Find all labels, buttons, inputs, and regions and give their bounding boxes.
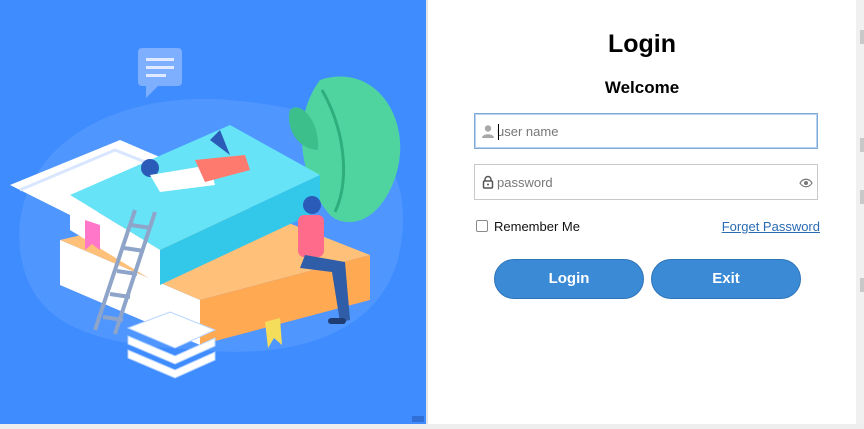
remember-me[interactable]: Remember Me [476, 218, 580, 234]
login-button[interactable]: Login [494, 259, 644, 299]
page-title: Login [607, 30, 677, 58]
exit-button[interactable]: Exit [651, 259, 801, 299]
resize-handle-icon [412, 416, 424, 422]
reading-illustration [10, 48, 404, 379]
welcome-subtitle: Welcome [604, 78, 680, 97]
username-field[interactable] [474, 113, 818, 149]
window-edge [856, 0, 864, 429]
remember-me-label: Remember Me [494, 218, 580, 234]
edge-marker [860, 190, 864, 204]
illustration-panel [0, 0, 426, 424]
chat-bubble-icon [138, 48, 182, 98]
eye-icon[interactable] [799, 177, 813, 189]
edge-marker [860, 30, 864, 44]
window-bottom-edge [0, 424, 864, 429]
password-input[interactable] [497, 165, 797, 199]
forgot-password-link[interactable]: Forget Password [722, 219, 820, 234]
login-panel: Login Welcome Remember Me Forget Passwor… [428, 0, 856, 424]
password-field[interactable] [474, 164, 818, 200]
remember-me-checkbox[interactable] [476, 220, 488, 232]
user-icon [482, 125, 494, 138]
username-input[interactable] [497, 114, 797, 148]
text-caret [498, 124, 499, 140]
edge-marker [860, 138, 864, 152]
edge-marker [860, 278, 864, 292]
lock-icon [482, 175, 494, 189]
